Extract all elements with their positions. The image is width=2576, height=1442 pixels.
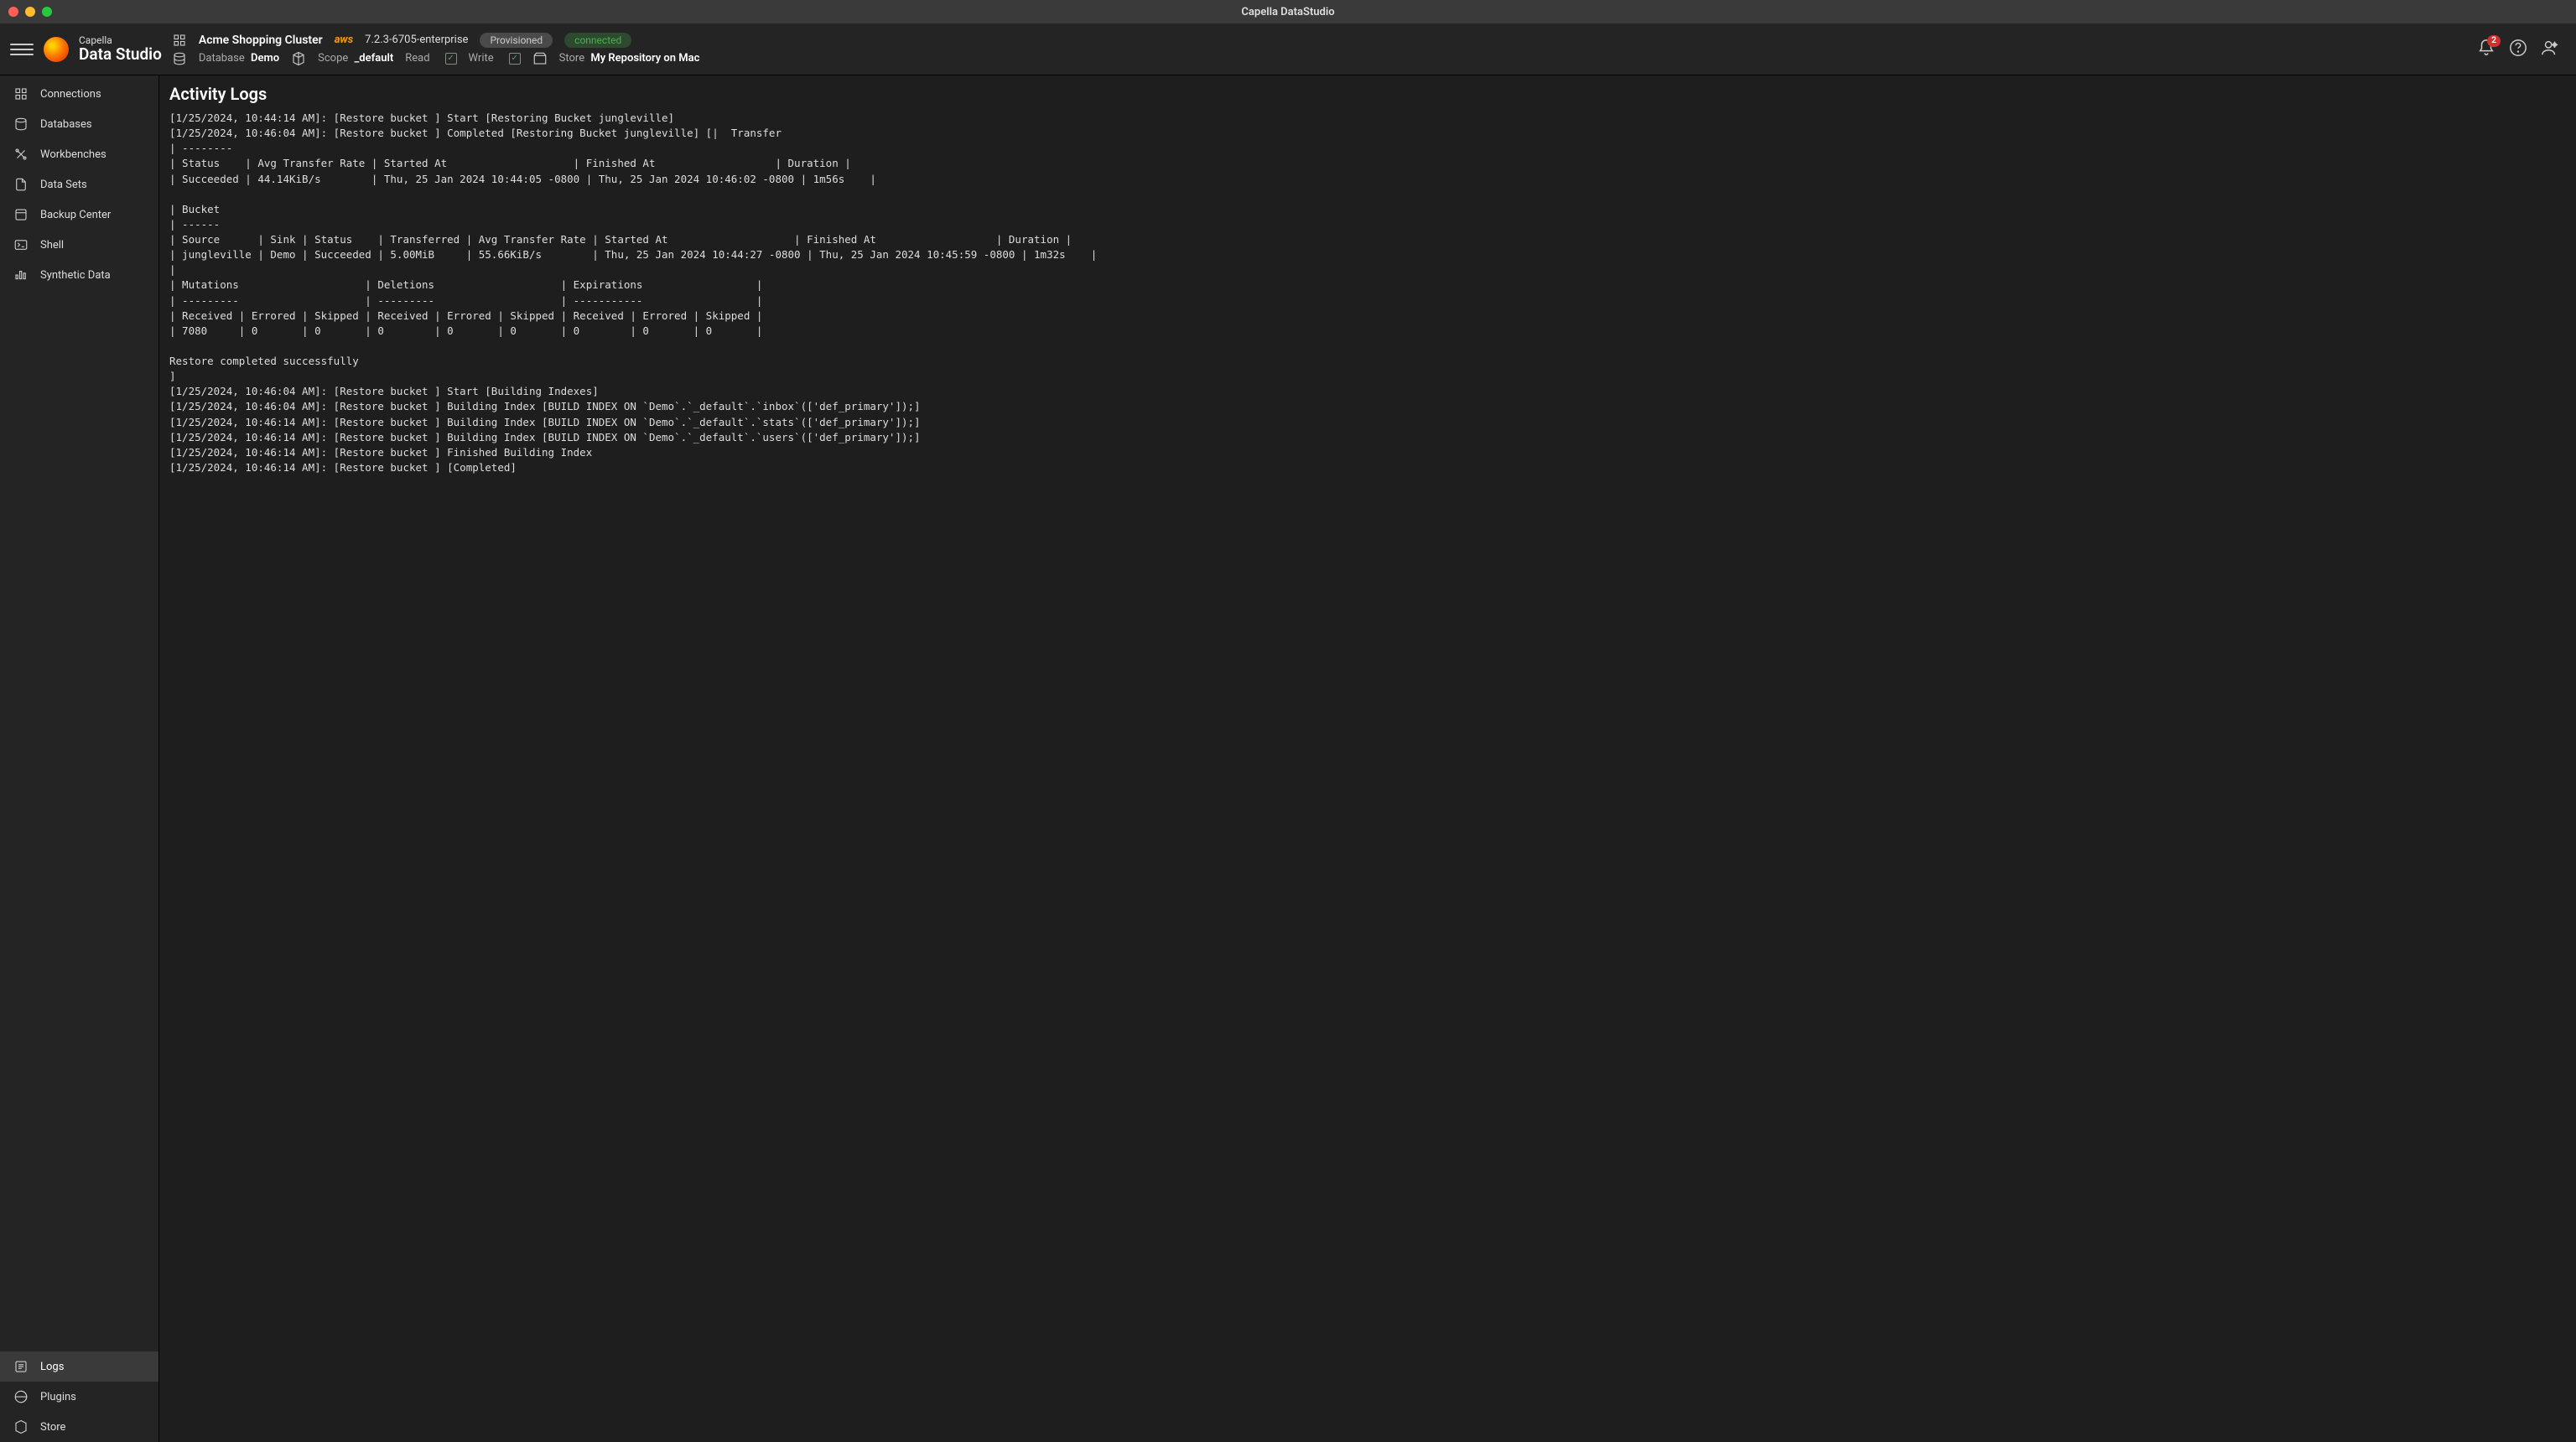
provision-status-badge: Provisioned <box>480 33 553 48</box>
plugins-icon <box>13 1389 29 1404</box>
brand-bottom: Data Studio <box>79 46 162 63</box>
sidebar-item-synthetic-data[interactable]: Synthetic Data <box>0 260 158 290</box>
cluster-icon <box>172 33 187 48</box>
help-button[interactable] <box>2509 39 2527 60</box>
window-titlebar: Capella DataStudio <box>0 0 2576 23</box>
sidebar-item-plugins[interactable]: Plugins <box>0 1382 158 1412</box>
activity-log-output[interactable]: [1/25/2024, 10:44:14 AM]: [Restore bucke… <box>169 111 2566 475</box>
logs-icon <box>13 1359 29 1374</box>
notifications-badge: 2 <box>2487 35 2501 47</box>
read-label: Read <box>405 52 429 65</box>
window-maximize-button[interactable] <box>42 7 52 17</box>
app-logo-icon <box>44 37 69 62</box>
sidebar: Connections Databases Workbenches Data S… <box>0 75 159 1442</box>
sidebar-item-logs[interactable]: Logs <box>0 1351 158 1382</box>
write-label: Write <box>469 52 494 65</box>
data-sets-icon <box>13 177 29 192</box>
connection-status-badge: connected <box>564 33 631 48</box>
cloud-provider: aws <box>335 34 353 46</box>
scope-icon <box>291 51 306 66</box>
server-version: 7.2.3-6705-enterprise <box>365 34 468 46</box>
store-icon <box>532 51 548 66</box>
scope-value[interactable]: _default <box>355 52 394 65</box>
workbenches-icon <box>13 147 29 162</box>
menu-toggle-button[interactable] <box>10 38 34 61</box>
page-title: Activity Logs <box>169 84 2566 104</box>
main-content: Activity Logs [1/25/2024, 10:44:14 AM]: … <box>159 75 2576 1442</box>
sidebar-item-label: Shell <box>40 239 64 252</box>
app-header: Capella Data Studio Acme Shopping Cluste… <box>0 23 2576 75</box>
window-title: Capella DataStudio <box>1241 6 1334 18</box>
sidebar-item-label: Data Sets <box>40 179 87 191</box>
database-label: Database <box>199 52 245 65</box>
sidebar-item-workbenches[interactable]: Workbenches <box>0 139 158 169</box>
databases-icon <box>13 117 29 132</box>
store-nav-icon <box>13 1419 29 1434</box>
account-button[interactable] <box>2541 39 2559 60</box>
sidebar-item-label: Backup Center <box>40 209 111 221</box>
read-checkbox[interactable]: ✓ <box>445 53 457 65</box>
sidebar-item-label: Synthetic Data <box>40 269 111 282</box>
synthetic-data-icon <box>13 267 29 283</box>
sidebar-item-label: Logs <box>40 1361 64 1373</box>
backup-icon <box>13 207 29 222</box>
store-value[interactable]: My Repository on Mac <box>590 52 699 65</box>
database-value[interactable]: Demo <box>251 52 279 65</box>
sidebar-item-label: Plugins <box>40 1391 76 1403</box>
sidebar-item-label: Workbenches <box>40 148 106 161</box>
sidebar-item-data-sets[interactable]: Data Sets <box>0 169 158 200</box>
window-minimize-button[interactable] <box>25 7 35 17</box>
sidebar-item-backup-center[interactable]: Backup Center <box>0 200 158 230</box>
app-brand: Capella Data Studio <box>79 35 162 63</box>
scope-label: Scope <box>318 52 348 65</box>
connections-icon <box>13 86 29 101</box>
database-icon <box>172 51 187 66</box>
store-label: Store <box>559 52 584 65</box>
notifications-button[interactable]: 2 <box>2477 39 2496 60</box>
sidebar-item-databases[interactable]: Databases <box>0 109 158 139</box>
cluster-name[interactable]: Acme Shopping Cluster <box>199 34 323 47</box>
sidebar-item-label: Connections <box>40 88 101 101</box>
sidebar-item-label: Databases <box>40 118 92 131</box>
write-checkbox[interactable]: ✓ <box>509 53 521 65</box>
sidebar-item-label: Store <box>40 1421 65 1434</box>
shell-icon <box>13 237 29 252</box>
sidebar-item-shell[interactable]: Shell <box>0 230 158 260</box>
sidebar-item-store[interactable]: Store <box>0 1412 158 1442</box>
window-close-button[interactable] <box>8 7 18 17</box>
sidebar-item-connections[interactable]: Connections <box>0 79 158 109</box>
